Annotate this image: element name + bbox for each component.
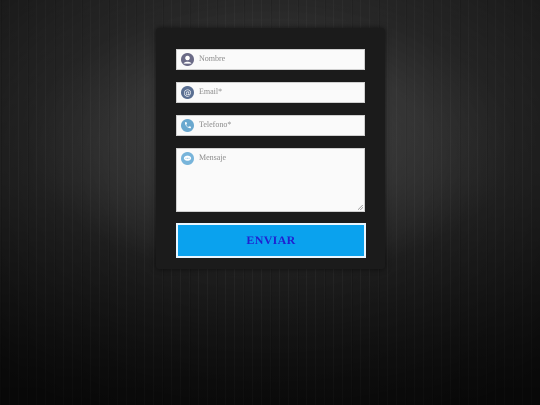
submit-button[interactable]: ENVIAR: [176, 223, 366, 258]
message-textarea[interactable]: Mensaje: [176, 148, 365, 212]
name-placeholder: Nombre: [199, 54, 226, 63]
email-field[interactable]: @ Email*: [176, 82, 365, 103]
at-sign-icon: @: [181, 86, 194, 99]
submit-label: ENVIAR: [246, 233, 296, 247]
chat-bubble-icon: [181, 152, 194, 165]
resize-handle[interactable]: [358, 205, 363, 210]
svg-text:@: @: [184, 88, 192, 97]
phone-icon: [181, 119, 194, 132]
message-placeholder: Mensaje: [199, 153, 227, 162]
phone-field[interactable]: Telefono*: [176, 115, 365, 136]
email-placeholder: Email*: [199, 87, 223, 96]
contact-form: Nombre @ Email* Telefono* Mensaje ENVIAR: [156, 28, 385, 269]
name-field[interactable]: Nombre: [176, 49, 365, 70]
phone-placeholder: Telefono*: [199, 120, 232, 129]
user-icon: [181, 53, 194, 66]
